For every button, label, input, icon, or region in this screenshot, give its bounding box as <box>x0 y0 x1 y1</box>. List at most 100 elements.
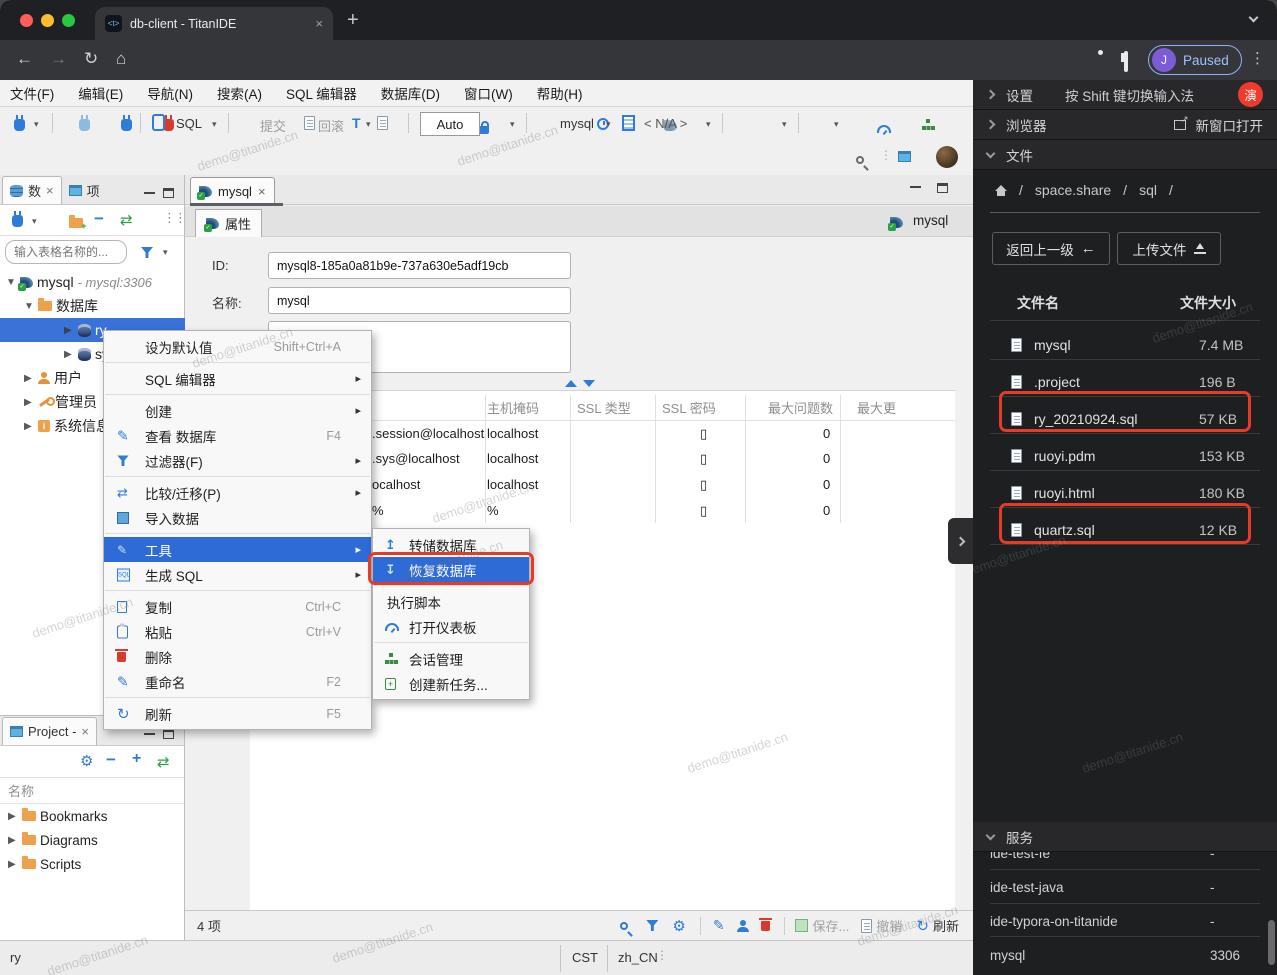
tab-close-icon[interactable]: × <box>46 183 54 198</box>
sql-mode-dropdown-icon[interactable]: ▾ <box>212 119 217 130</box>
grid-cell-ssl-password[interactable]: ▯ <box>700 503 707 519</box>
file-row[interactable]: ruoyi.pdm 153 KB <box>1011 443 1261 468</box>
forward-icon[interactable]: → <box>50 49 67 69</box>
menu-item-refresh[interactable]: ↻ 刷新 F5 <box>104 701 371 726</box>
section-settings[interactable]: 设置 按 Shift 键切换输入法 演 <box>973 80 1277 110</box>
transaction-mode-icon[interactable]: T <box>352 115 361 131</box>
browser-tab[interactable]: <t> db-client - TitanIDE × <box>95 7 333 40</box>
lock-toolbar-icon[interactable] <box>478 121 489 134</box>
commit-icon[interactable] <box>303 116 315 130</box>
submenu-item-create-task[interactable]: + 创建新任务... <box>373 671 529 696</box>
file-size-header[interactable]: 文件大小 <box>1180 293 1236 313</box>
revert-label[interactable]: 撤销 <box>876 916 902 935</box>
tab-close-icon[interactable]: × <box>315 16 323 31</box>
view-menu-kebab-icon[interactable]: ⋮⋮ <box>163 210 187 226</box>
active-connection-label[interactable]: mysql <box>560 116 594 131</box>
grid-header-max-updates[interactable]: 最大更 <box>857 398 896 417</box>
table-filter-input[interactable] <box>5 240 127 264</box>
schema-dropdown-icon[interactable]: ▾ <box>706 119 711 130</box>
grid-cell-mask[interactable]: % <box>487 503 499 518</box>
tab-projects[interactable]: 项 <box>62 176 107 204</box>
service-row-mysql[interactable]: mysql 3306 <box>990 940 1260 970</box>
refresh-label[interactable]: 刷新 <box>933 916 959 935</box>
section-expand-down-icon[interactable] <box>583 380 595 387</box>
sidebar-collapse-handle[interactable] <box>948 518 973 564</box>
tab-project[interactable]: Project - × <box>2 717 97 745</box>
submenu-item-open-dashboard[interactable]: 打开仪表板 <box>373 614 529 639</box>
database-list-icon[interactable] <box>622 115 635 131</box>
minimize-panel-icon[interactable] <box>144 732 155 735</box>
grid-settings-icon[interactable]: ⚙ <box>672 917 685 935</box>
side-panel-icon[interactable] <box>1124 51 1128 72</box>
tree-item-databases[interactable]: ▼ 数据库 <box>0 294 185 318</box>
timezone-label[interactable]: CST <box>572 950 598 965</box>
collapse-all-icon[interactable]: − <box>106 750 116 770</box>
menu-file[interactable]: 文件(F) <box>10 83 54 103</box>
menu-item-create[interactable]: 创建 ▸ <box>104 398 371 423</box>
commit-label[interactable]: 提交 <box>260 116 286 135</box>
grid-cell-user[interactable]: .sys@localhost <box>372 451 460 466</box>
link-editor-icon[interactable]: ⇄ <box>157 753 170 771</box>
menu-search[interactable]: 搜索(A) <box>217 83 262 103</box>
submenu-item-execute-script[interactable]: 执行脚本 <box>373 589 529 614</box>
menu-navigate[interactable]: 导航(N) <box>147 83 193 103</box>
menu-database[interactable]: 数据库(D) <box>381 83 440 103</box>
rollback-icon[interactable] <box>377 116 389 130</box>
filter-icon[interactable] <box>141 247 153 258</box>
maximize-editor-icon[interactable] <box>937 183 948 193</box>
new-connection-icon[interactable] <box>12 211 23 227</box>
grid-cell-ssl-password[interactable]: ▯ <box>700 451 707 467</box>
refresh-icon[interactable]: ↻ <box>916 917 929 935</box>
tree-item-scripts[interactable]: ▶ Scripts <box>0 852 185 876</box>
menu-help[interactable]: 帮助(H) <box>537 83 583 103</box>
quick-search-icon[interactable] <box>856 156 864 164</box>
schema-selector-label[interactable]: < N/A > <box>644 116 687 131</box>
scheme-icon[interactable] <box>921 119 935 131</box>
name-field[interactable]: mysql <box>268 287 571 314</box>
back-icon[interactable]: ← <box>16 49 33 69</box>
sql-mode-label[interactable]: SQL <box>176 116 202 131</box>
submenu-item-session-manager[interactable]: 会话管理 <box>373 646 529 671</box>
grid-cell-mask[interactable]: localhost <box>487 451 538 466</box>
grid-header-ssl-type[interactable]: SSL 类型 <box>577 398 631 417</box>
expand-all-icon[interactable]: + <box>132 750 141 768</box>
breadcrumb-sql[interactable]: sql <box>1139 182 1157 198</box>
grid-cell-ssl-password[interactable]: ▯ <box>700 426 707 442</box>
go-up-button[interactable]: 返回上一级 ← <box>992 232 1110 265</box>
grid-cell-max-questions[interactable]: 0 <box>823 426 830 441</box>
search-dropdown-icon[interactable]: ▾ <box>834 119 839 130</box>
menu-item-view-database[interactable]: ✎ 查看 数据库 F4 <box>104 423 371 448</box>
connect-icon[interactable] <box>79 115 91 131</box>
section-collapse-up-icon[interactable] <box>565 380 577 387</box>
menu-edit[interactable]: 编辑(E) <box>78 83 123 103</box>
autocommit-select[interactable]: Auto <box>420 112 480 136</box>
grid-header-ssl-password[interactable]: SSL 密码 <box>662 398 716 417</box>
traffic-lights[interactable] <box>20 14 83 32</box>
collapsed-arrow-icon[interactable]: ▶ <box>24 373 34 384</box>
disconnect-icon[interactable] <box>163 115 175 131</box>
status-kebab-icon[interactable]: ⋮ <box>656 948 668 962</box>
collapsed-arrow-icon[interactable]: ▶ <box>8 859 18 870</box>
new-connection-dropdown-icon[interactable]: ▾ <box>32 216 37 227</box>
link-editor-icon[interactable]: ⇄ <box>120 211 133 229</box>
file-name-header[interactable]: 文件名 <box>1017 293 1059 313</box>
minimize-editor-icon[interactable] <box>910 185 921 188</box>
grid-cell-ssl-password[interactable]: ▯ <box>700 477 707 493</box>
new-folder-icon[interactable]: + <box>69 215 86 231</box>
menu-item-delete[interactable]: 删除 <box>104 644 371 669</box>
grid-filter-icon[interactable] <box>646 920 659 931</box>
settings-gear-icon[interactable]: ⚙ <box>80 752 93 770</box>
grid-cell-max-questions[interactable]: 0 <box>823 503 830 518</box>
grid-search-icon[interactable] <box>620 921 629 930</box>
menu-item-generate-sql[interactable]: SQL 生成 SQL ▸ <box>104 562 371 587</box>
grid-cell-user[interactable]: .session@localhost <box>372 426 484 441</box>
menu-item-filter[interactable]: 过滤器(F) ▸ <box>104 448 371 473</box>
collapsed-arrow-icon[interactable]: ▶ <box>24 397 34 408</box>
id-field[interactable]: mysql8-185a0a81b9e-737a630e5adf19cb <box>268 252 571 279</box>
menu-item-set-default[interactable]: 设为默认值 Shift+Ctrl+A <box>104 334 371 359</box>
close-window-button[interactable] <box>20 14 33 27</box>
file-row[interactable]: mysql 7.4 MB <box>1011 332 1261 357</box>
section-services[interactable]: 服务 <box>973 822 1277 852</box>
breadcrumb-space-share[interactable]: space.share <box>1035 182 1111 198</box>
delete-row-icon[interactable] <box>758 917 772 931</box>
